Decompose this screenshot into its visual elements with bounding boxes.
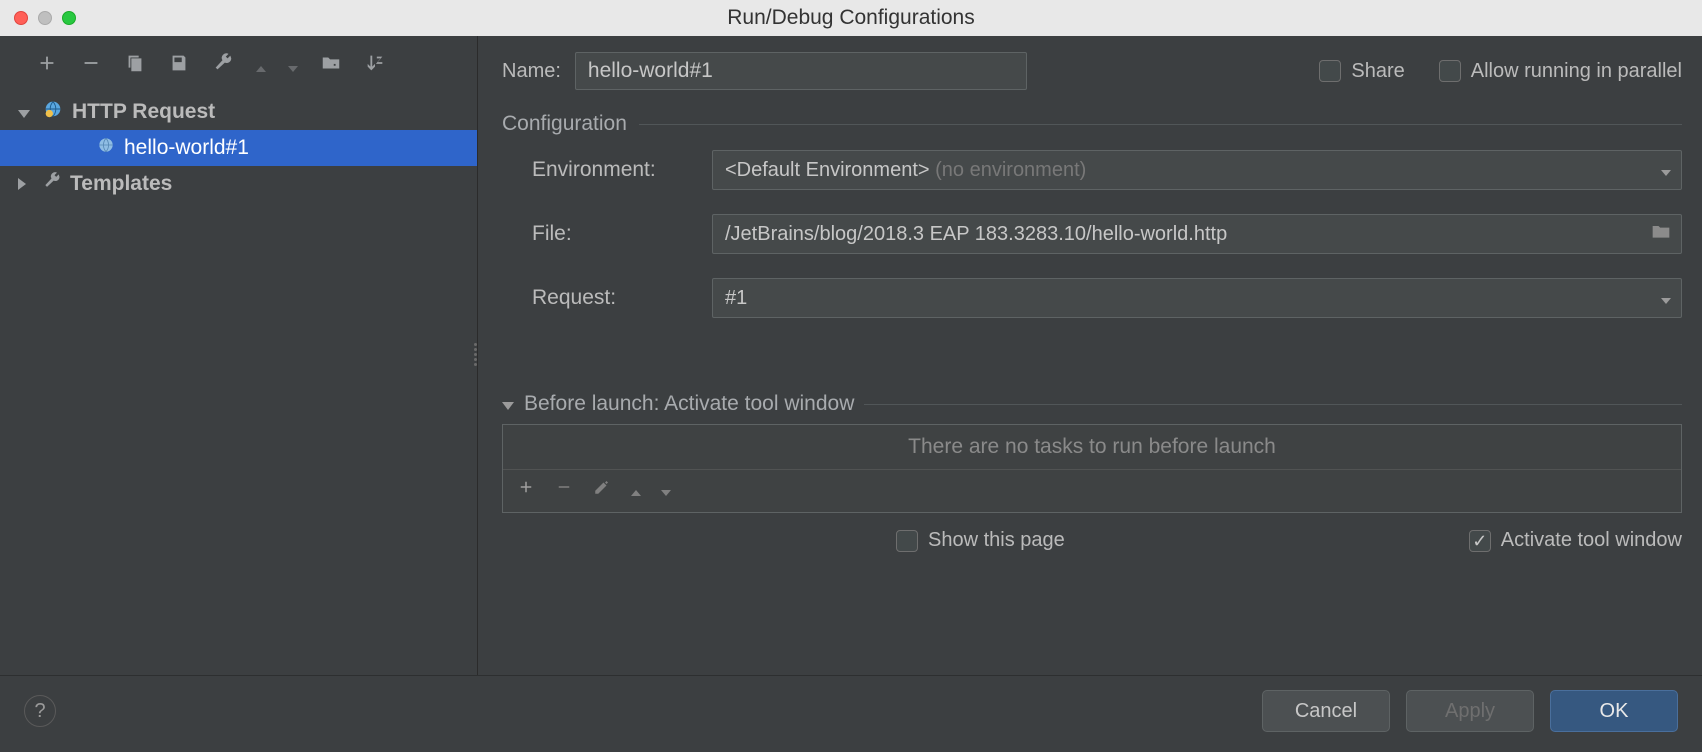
request-combobox[interactable]: #1	[712, 278, 1682, 318]
remove-icon	[555, 478, 573, 502]
chevron-down-icon	[1661, 159, 1671, 182]
wrench-icon[interactable]	[212, 52, 234, 80]
request-label: Request:	[532, 286, 712, 310]
environment-label: Environment:	[532, 158, 712, 182]
tree-node-http-request[interactable]: HTTP Request	[0, 94, 477, 130]
add-icon[interactable]	[517, 478, 535, 502]
save-icon[interactable]	[168, 52, 190, 80]
folder-move-icon[interactable]	[320, 52, 342, 80]
main-panel: Name: Share Allow running in parallel Co…	[478, 36, 1702, 675]
allow-parallel-label: Allow running in parallel	[1471, 60, 1682, 83]
config-tree: HTTP Request hello-world#1 Templates	[0, 94, 477, 675]
browse-folder-icon[interactable]	[1651, 222, 1671, 246]
remove-icon[interactable]	[80, 52, 102, 80]
chevron-down-icon	[502, 392, 514, 416]
copy-icon[interactable]	[124, 52, 146, 80]
move-down-icon	[288, 55, 298, 78]
wrench-icon	[42, 171, 62, 197]
name-input[interactable]	[575, 52, 1027, 90]
help-button[interactable]: ?	[24, 695, 56, 727]
chevron-down-icon	[1661, 287, 1671, 310]
window-title: Run/Debug Configurations	[0, 6, 1702, 30]
activate-tool-window-label: Activate tool window	[1501, 529, 1682, 552]
tree-label: HTTP Request	[72, 100, 215, 124]
show-page-checkbox[interactable]	[896, 530, 918, 552]
http-globe-icon	[96, 135, 116, 161]
activate-tool-window-checkbox[interactable]	[1469, 530, 1491, 552]
move-up-icon	[631, 479, 641, 502]
http-globe-icon	[42, 98, 64, 126]
name-label: Name:	[502, 60, 561, 83]
resize-grip[interactable]	[472, 340, 478, 368]
before-launch-box: There are no tasks to run before launch	[502, 424, 1682, 513]
apply-button: Apply	[1406, 690, 1534, 732]
dialog-footer: ? Cancel Apply OK	[0, 675, 1702, 752]
tree-label: hello-world#1	[124, 136, 249, 160]
share-label: Share	[1351, 60, 1404, 83]
add-icon[interactable]	[36, 52, 58, 80]
before-launch-header[interactable]: Before launch: Activate tool window	[502, 392, 1682, 416]
environment-combobox[interactable]: <Default Environment> (no environment)	[712, 150, 1682, 190]
sort-alpha-icon[interactable]	[364, 52, 386, 80]
file-label: File:	[532, 222, 712, 246]
file-value: /JetBrains/blog/2018.3 EAP 183.3283.10/h…	[725, 223, 1227, 246]
request-value: #1	[725, 287, 747, 310]
environment-hint: (no environment)	[935, 159, 1086, 182]
allow-parallel-checkbox[interactable]	[1439, 60, 1461, 82]
share-checkbox[interactable]	[1319, 60, 1341, 82]
file-input[interactable]: /JetBrains/blog/2018.3 EAP 183.3283.10/h…	[712, 214, 1682, 254]
sidebar: HTTP Request hello-world#1 Templates	[0, 36, 478, 675]
tree-node-templates[interactable]: Templates	[0, 166, 477, 202]
titlebar: Run/Debug Configurations	[0, 0, 1702, 36]
before-launch-toolbar	[503, 469, 1681, 512]
configuration-section-header: Configuration	[502, 112, 1682, 136]
edit-icon	[593, 478, 611, 502]
chevron-right-icon[interactable]	[18, 172, 34, 196]
move-up-icon	[256, 55, 266, 78]
environment-value: <Default Environment>	[725, 159, 930, 182]
tree-node-hello-world[interactable]: hello-world#1	[0, 130, 477, 166]
chevron-down-icon[interactable]	[18, 100, 34, 124]
sidebar-toolbar	[0, 42, 477, 94]
move-down-icon	[661, 479, 671, 502]
ok-button[interactable]: OK	[1550, 690, 1678, 732]
cancel-button[interactable]: Cancel	[1262, 690, 1390, 732]
show-page-label: Show this page	[928, 529, 1065, 552]
before-launch-empty-text: There are no tasks to run before launch	[503, 425, 1681, 469]
tree-label: Templates	[70, 172, 172, 196]
